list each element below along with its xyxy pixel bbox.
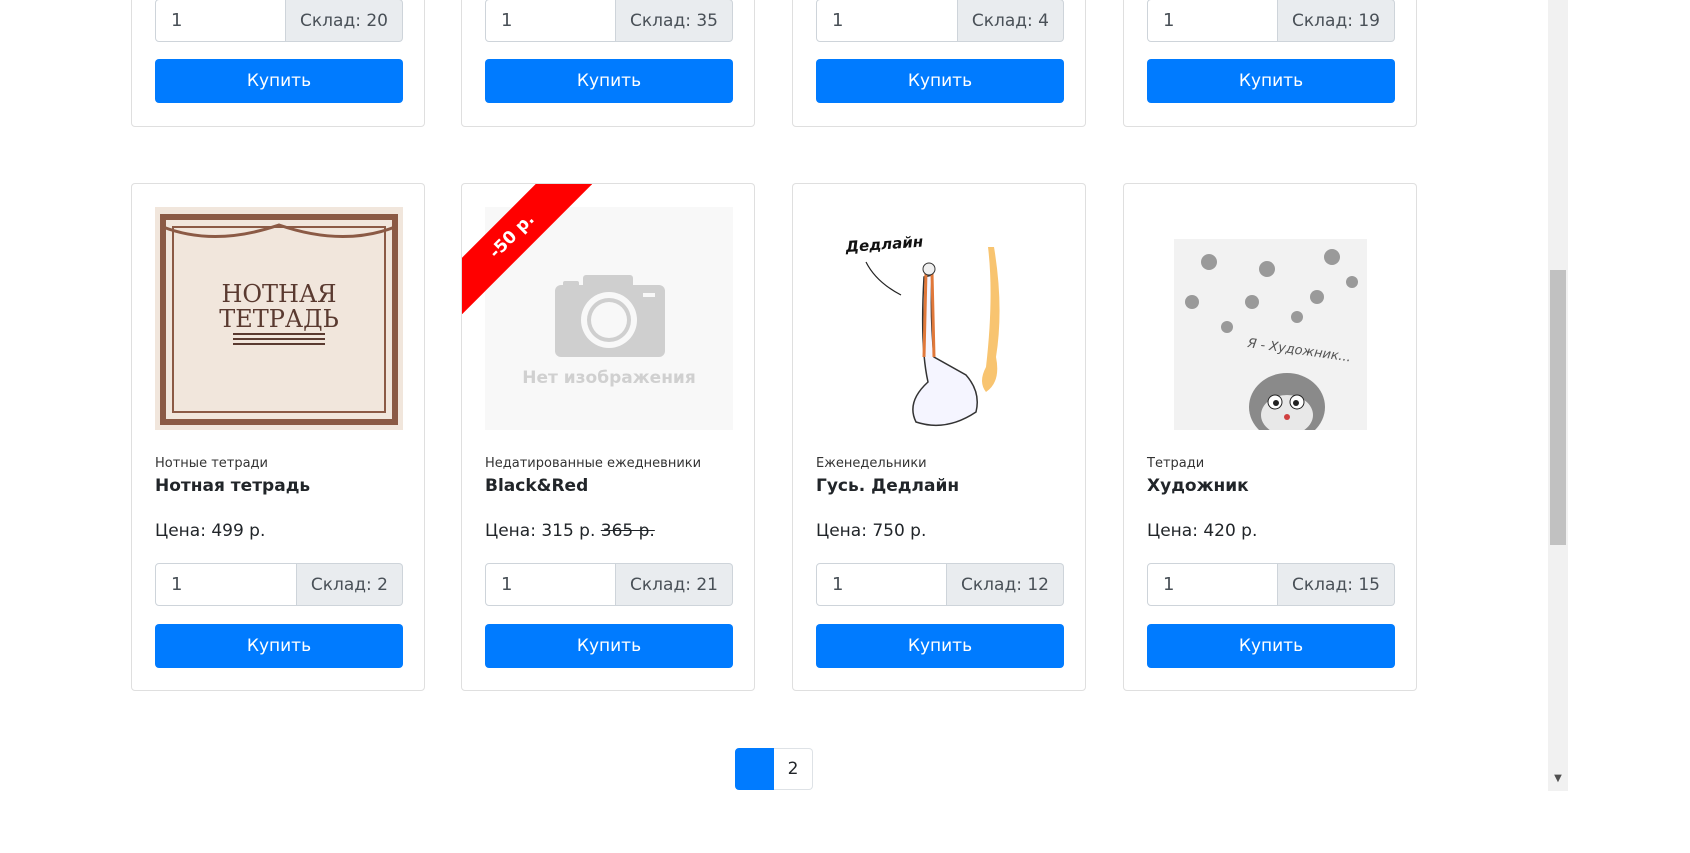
page-1-active[interactable]: [735, 748, 774, 790]
buy-button[interactable]: Купить: [816, 624, 1064, 668]
product-card: НОТНАЯ ТЕТРАДЬ Нотные тетради Нотная тет…: [131, 183, 425, 691]
quantity-group: Склад: 2: [155, 563, 403, 606]
cover-title-line1: НОТНАЯ: [221, 280, 336, 308]
product-image[interactable]: Дедлайн: [816, 207, 1064, 430]
buy-button[interactable]: Купить: [155, 59, 403, 103]
stock-label: Склад: 19: [1278, 0, 1395, 42]
quantity-input[interactable]: [1147, 0, 1279, 42]
product-image[interactable]: НОТНАЯ ТЕТРАДЬ: [155, 207, 403, 430]
product-card: Склад: 4 Купить: [792, 0, 1086, 127]
product-category: Тетради: [1147, 456, 1205, 471]
no-image-text: Нет изображения: [522, 368, 696, 388]
quantity-group: Склад: 35: [485, 0, 733, 42]
quantity-input[interactable]: [485, 0, 617, 42]
quantity-input[interactable]: [816, 0, 958, 42]
stock-label: Склад: 4: [957, 0, 1064, 42]
product-title[interactable]: Нотная тетрадь: [155, 476, 310, 496]
buy-button[interactable]: Купить: [155, 624, 403, 668]
quantity-group: Склад: 12: [816, 563, 1064, 606]
quantity-input[interactable]: [485, 563, 617, 606]
buy-button[interactable]: Купить: [1147, 59, 1395, 103]
product-category: Еженедельники: [816, 456, 927, 471]
old-price: 365 р.: [600, 521, 655, 541]
quantity-group: Склад: 4: [816, 0, 1064, 42]
buy-button[interactable]: Купить: [816, 59, 1064, 103]
product-card: Нет изображения -50 р. Недатированные еж…: [461, 183, 755, 691]
current-price: Цена: 315 р.: [485, 521, 596, 541]
product-category: Нотные тетради: [155, 456, 268, 471]
quantity-input[interactable]: [155, 563, 297, 606]
quantity-group: Склад: 21: [485, 563, 733, 606]
discount-ribbon: -50 р.: [462, 184, 592, 314]
product-price: Цена: 315 р. 365 р.: [485, 521, 655, 541]
product-category: Недатированные ежедневники: [485, 456, 702, 471]
stock-label: Склад: 12: [947, 563, 1064, 606]
product-price: Цена: 420 р.: [1147, 521, 1258, 541]
pagination: 2: [735, 748, 813, 790]
scroll-down-arrow-icon[interactable]: ▼: [1552, 773, 1564, 784]
product-card: Склад: 35 Купить: [461, 0, 755, 127]
quantity-group: Склад: 19: [1147, 0, 1395, 42]
product-card: Склад: 19 Купить: [1123, 0, 1417, 127]
buy-button[interactable]: Купить: [485, 624, 733, 668]
page-2-link[interactable]: 2: [774, 748, 813, 790]
stock-label: Склад: 2: [296, 563, 403, 606]
quantity-input[interactable]: [816, 563, 948, 606]
buy-button[interactable]: Купить: [1147, 624, 1395, 668]
product-card: Склад: 20 Купить: [131, 0, 425, 127]
buy-button[interactable]: Купить: [485, 59, 733, 103]
stock-label: Склад: 35: [616, 0, 733, 42]
product-card: Дедлайн Еженедельники Гусь. Дедлайн Цена…: [792, 183, 1086, 691]
quantity-input[interactable]: [1147, 563, 1279, 606]
product-price: Цена: 499 р.: [155, 521, 266, 541]
quantity-group: Склад: 15: [1147, 563, 1395, 606]
stock-label: Склад: 21: [616, 563, 733, 606]
cover-title-line2: ТЕТРАДЬ: [219, 305, 339, 333]
stock-label: Склад: 15: [1278, 563, 1395, 606]
product-title[interactable]: Гусь. Дедлайн: [816, 476, 959, 496]
product-price: Цена: 750 р.: [816, 521, 927, 541]
scrollbar-thumb[interactable]: [1550, 270, 1566, 545]
quantity-input[interactable]: [155, 0, 287, 42]
product-image[interactable]: Я - Художник...: [1147, 207, 1395, 430]
product-title[interactable]: Black&Red: [485, 476, 588, 496]
product-card: Я - Художник... Тетради Художник Цена: 4…: [1123, 183, 1417, 691]
quantity-group: Склад: 20: [155, 0, 403, 42]
stock-label: Склад: 20: [286, 0, 403, 42]
discount-label: -50 р.: [462, 184, 592, 314]
product-title[interactable]: Художник: [1147, 476, 1249, 496]
